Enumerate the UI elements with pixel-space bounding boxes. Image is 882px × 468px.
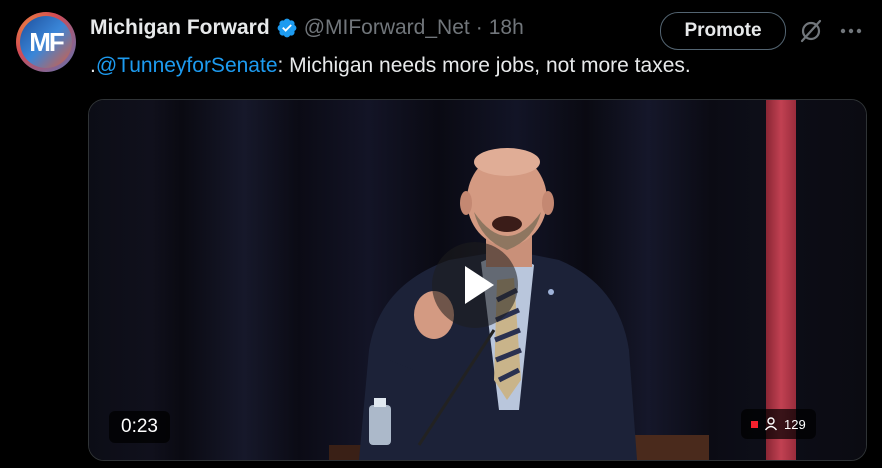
author-name[interactable]: Michigan Forward [90,16,270,40]
author-handle[interactable]: @MIForward_Net [304,16,470,40]
mention-link[interactable]: @TunneyforSenate [96,54,278,77]
author-avatar[interactable]: MF [16,12,76,72]
more-icon[interactable] [838,18,864,44]
view-count: 129 [784,416,806,432]
post-header: Michigan Forward @MIForward_Net · 18h [90,14,524,42]
view-count-badge: 129 [741,409,816,439]
avatar-initials: MF [20,16,72,68]
person-icon [764,417,778,431]
play-icon [465,266,494,304]
post-text: .@TunneyforSenate: Michigan needs more j… [90,54,691,78]
post-time[interactable]: 18h [489,16,524,40]
separator-dot: · [475,16,483,39]
promote-button[interactable]: Promote [660,12,786,50]
live-indicator-icon [751,420,758,428]
post-text-body: : Michigan needs more jobs, not more tax… [277,54,691,77]
grok-icon[interactable] [798,18,824,44]
video-duration: 0:23 [109,411,170,443]
play-button[interactable] [432,242,518,328]
verified-badge-icon [277,18,297,38]
video-player[interactable]: 0:23 129 [88,99,867,461]
